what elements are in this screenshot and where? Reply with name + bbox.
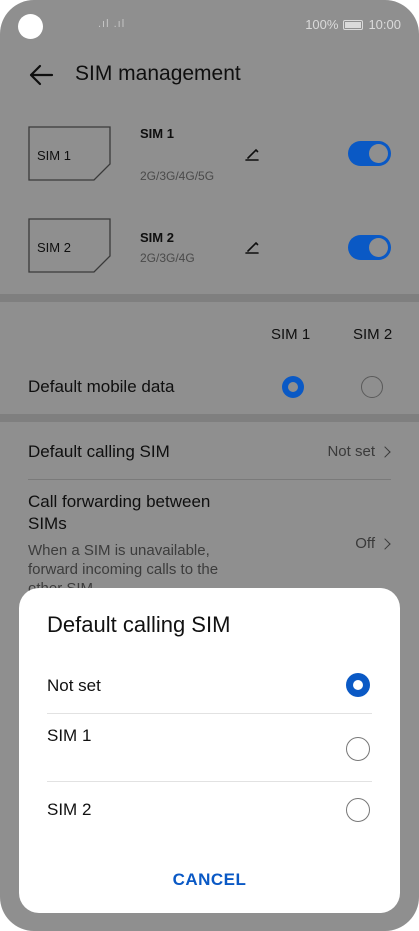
- mobile-data-sim2-radio[interactable]: [361, 376, 383, 398]
- sim-card-label: SIM 2: [37, 240, 71, 255]
- mobile-data-sim1-radio[interactable]: [282, 376, 304, 398]
- phone-frame: .ıl .ıl 100% 10:00 SIM management SIM 1 …: [0, 0, 419, 931]
- call-forwarding-label-line1[interactable]: Call forwarding between: [28, 492, 210, 512]
- cancel-button[interactable]: CANCEL: [19, 870, 400, 890]
- battery-percent: 100%: [305, 17, 339, 32]
- default-calling-value[interactable]: Not set: [327, 443, 391, 460]
- option-radio[interactable]: [346, 737, 370, 761]
- settings-screen: .ıl .ıl 100% 10:00 SIM management SIM 1 …: [0, 0, 419, 931]
- desc-line: When a SIM is unavailable,: [28, 542, 210, 559]
- default-calling-dialog: Default calling SIM Not set SIM 1 SIM 2 …: [19, 588, 400, 913]
- battery-icon: [343, 19, 364, 30]
- sim-network: 2G/3G/4G: [140, 251, 195, 265]
- title-bar: SIM management: [0, 56, 419, 96]
- sim-card-label: SIM 1: [37, 148, 71, 163]
- sim-row-2: SIM 2 SIM 2 2G/3G/4G: [0, 216, 419, 284]
- desc-line: forward incoming calls to the: [28, 561, 219, 578]
- section-divider: [0, 294, 419, 302]
- list-divider: [28, 479, 391, 480]
- default-mobile-data-label: Default mobile data: [28, 377, 175, 396]
- back-arrow-icon[interactable]: [28, 62, 54, 88]
- page-title: SIM management: [75, 62, 241, 85]
- sim-network: 2G/3G/4G/5G: [140, 169, 215, 183]
- chevron-right-icon: [379, 537, 391, 550]
- dialog-option-sim1[interactable]: SIM 1: [19, 714, 400, 774]
- option-label: SIM 1: [47, 726, 92, 745]
- sim1-toggle[interactable]: [348, 141, 391, 166]
- sim-name: SIM 2: [140, 230, 174, 245]
- call-forwarding-value[interactable]: Off: [355, 535, 391, 552]
- default-calling-label[interactable]: Default calling SIM: [28, 442, 170, 462]
- signal-icon: .ıl .ıl: [98, 18, 126, 30]
- dialog-option-not-set[interactable]: Not set: [19, 654, 400, 714]
- status-bar: .ıl .ıl 100% 10:00: [18, 12, 401, 40]
- sim2-toggle[interactable]: [348, 235, 391, 260]
- column-header-sim1: SIM 1: [271, 326, 311, 343]
- dialog-option-sim2[interactable]: SIM 2: [19, 782, 400, 842]
- edit-icon[interactable]: [244, 239, 260, 255]
- option-label: SIM 2: [47, 800, 92, 819]
- front-camera: [18, 14, 43, 39]
- option-radio-selected[interactable]: [346, 673, 370, 697]
- call-forwarding-value-text: Off: [355, 535, 375, 552]
- section-divider: [0, 414, 419, 422]
- option-label: Not set: [47, 676, 101, 695]
- sim-name: SIM 1: [140, 126, 174, 141]
- chevron-right-icon: [379, 445, 391, 458]
- option-radio[interactable]: [346, 798, 370, 822]
- dialog-title: Default calling SIM: [47, 612, 231, 637]
- default-calling-value-text: Not set: [327, 443, 375, 460]
- clock: 10:00: [368, 17, 401, 32]
- column-header-sim2: SIM 2: [353, 326, 393, 343]
- edit-icon[interactable]: [244, 146, 260, 162]
- call-forwarding-label-line2[interactable]: SIMs: [28, 514, 67, 534]
- status-right: 100% 10:00: [305, 17, 401, 32]
- sim-row-1: SIM 1 SIM 1 2G/3G/4G/5G: [0, 122, 419, 190]
